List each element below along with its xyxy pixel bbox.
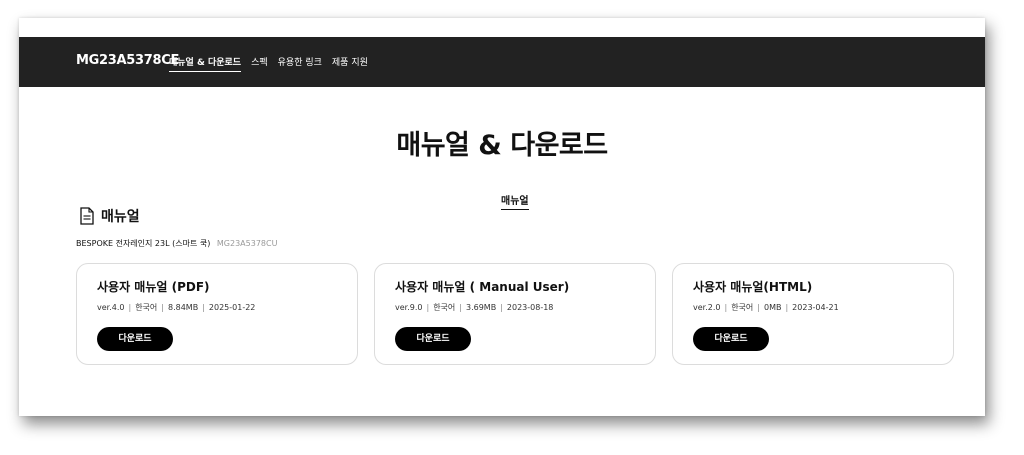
browser-frame: MG23A5378CE 매뉴얼 & 다운로드 스펙 유용한 링크 제품 지원 매… [19, 18, 985, 416]
document-icon [80, 207, 94, 225]
nav-product-support[interactable]: 제품 지원 [332, 55, 368, 72]
product-header-bar: MG23A5378CE 매뉴얼 & 다운로드 스펙 유용한 링크 제품 지원 [19, 37, 985, 87]
download-button[interactable]: 다운로드 [693, 327, 769, 351]
section-title: 매뉴얼 [101, 209, 140, 225]
card-title: 사용자 매뉴얼 (PDF) [97, 280, 210, 294]
card-version: ver.4.0 [97, 303, 125, 312]
card-title: 사용자 매뉴얼 ( Manual User) [395, 280, 570, 294]
card-date: 2023-08-18 [506, 303, 554, 312]
download-button[interactable]: 다운로드 [97, 327, 173, 351]
page-title: 매뉴얼 & 다운로드 [396, 130, 608, 161]
card-meta: ver.4.0 | 한국어 | 8.84MB | 2025-01-22 [97, 303, 256, 312]
card-meta: ver.2.0 | 한국어 | 0MB | 2023-04-21 [693, 303, 839, 312]
section-header: 매뉴얼 [79, 206, 140, 226]
manual-card: 사용자 매뉴얼 (PDF) ver.4.0 | 한국어 | 8.84MB | 2025-01… [76, 263, 358, 365]
card-size: 8.84MB [167, 303, 199, 312]
tab-manual[interactable]: 매뉴얼 [501, 192, 529, 210]
download-button[interactable]: 다운로드 [395, 327, 471, 351]
card-language: 한국어 [135, 303, 158, 312]
card-version: ver.9.0 [395, 303, 423, 312]
product-code: MG23A5378CU [216, 239, 278, 248]
card-language: 한국어 [433, 303, 456, 312]
card-date: 2025-01-22 [208, 303, 256, 312]
nav-manual-download[interactable]: 매뉴얼 & 다운로드 [169, 55, 242, 72]
card-version: ver.2.0 [693, 303, 721, 312]
card-title: 사용자 매뉴얼(HTML) [693, 280, 813, 294]
nav-spec[interactable]: 스펙 [251, 55, 268, 72]
card-language: 한국어 [731, 303, 754, 312]
product-info: BESPOKE 전자레인지 23L (스마트 쿡) MG23A5378CU [76, 238, 277, 249]
model-number: MG23A5378CE [76, 53, 180, 68]
product-nav: 매뉴얼 & 다운로드 스펙 유용한 링크 제품 지원 [169, 55, 368, 72]
product-name: BESPOKE 전자레인지 23L (스마트 쿡) [76, 239, 211, 248]
manual-card: 사용자 매뉴얼(HTML) ver.2.0 | 한국어 | 0MB | 2023-04-21… [672, 263, 954, 365]
card-size: 0MB [763, 303, 782, 312]
card-meta: ver.9.0 | 한국어 | 3.69MB | 2023-08-18 [395, 303, 554, 312]
card-size: 3.69MB [465, 303, 497, 312]
nav-useful-links[interactable]: 유용한 링크 [278, 55, 322, 72]
manual-card: 사용자 매뉴얼 ( Manual User) ver.9.0 | 한국어 | 3.69M… [374, 263, 656, 365]
card-date: 2023-04-21 [792, 303, 839, 312]
